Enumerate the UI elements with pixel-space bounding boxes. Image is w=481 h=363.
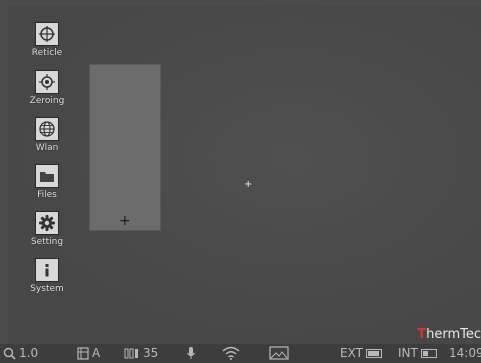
magnifier-icon — [3, 347, 16, 360]
gear-icon — [35, 211, 59, 235]
pip-zoom-window: + — [89, 64, 161, 231]
palette-icon — [77, 346, 89, 360]
int-battery-indicator: INT — [398, 346, 437, 360]
palette-mode: A — [92, 346, 101, 360]
status-bar: 1.0 A 35 EXT INT 14:09 — [0, 344, 481, 363]
menu-label: Files — [37, 190, 57, 200]
menu-item-wlan[interactable]: Wlan — [21, 117, 73, 153]
ext-label: EXT — [340, 346, 363, 360]
zoom-indicator: 1.0 — [3, 346, 38, 360]
menu-label: Reticle — [31, 48, 63, 58]
ext-battery-fill — [367, 350, 379, 356]
folder-icon — [35, 164, 59, 188]
wifi-icon — [222, 346, 240, 360]
menu-item-reticle[interactable]: Reticle — [21, 22, 73, 58]
menu-label: Zeroing — [29, 96, 65, 106]
menu-label: Setting — [30, 237, 64, 247]
ext-battery-indicator: EXT — [340, 346, 382, 360]
pip-crosshair: + — [119, 213, 131, 229]
info-icon — [35, 258, 59, 282]
brightness-value: 35 — [143, 346, 159, 360]
int-battery-icon — [420, 348, 437, 358]
int-label: INT — [398, 346, 418, 360]
globe-icon — [35, 117, 59, 141]
menu-item-zeroing[interactable]: Zeroing — [21, 70, 73, 106]
menu-label: System — [30, 284, 64, 294]
menu-item-files[interactable]: Files — [21, 164, 73, 200]
picture-in-picture-icon — [269, 346, 289, 360]
clock: 14:09 — [449, 346, 481, 360]
target-icon — [35, 70, 59, 94]
microphone-icon — [186, 346, 196, 360]
crosshair-icon — [35, 22, 59, 46]
int-battery-fill — [422, 350, 428, 356]
thermal-viewport: Reticle Zeroing Wlan Files Setting Syste… — [8, 6, 481, 344]
menu-item-system[interactable]: System — [21, 258, 73, 294]
menu-label: Wlan — [35, 143, 59, 153]
palette-indicator: A — [77, 346, 100, 360]
zoom-value: 1.0 — [19, 346, 39, 360]
center-crosshair: + — [244, 179, 253, 190]
thermtec-logo: ThermTec — [417, 327, 481, 342]
menu-item-setting[interactable]: Setting — [21, 211, 73, 247]
ext-battery-icon — [365, 348, 382, 358]
brightness-icon — [124, 348, 138, 358]
brightness-indicator: 35 — [124, 346, 158, 360]
